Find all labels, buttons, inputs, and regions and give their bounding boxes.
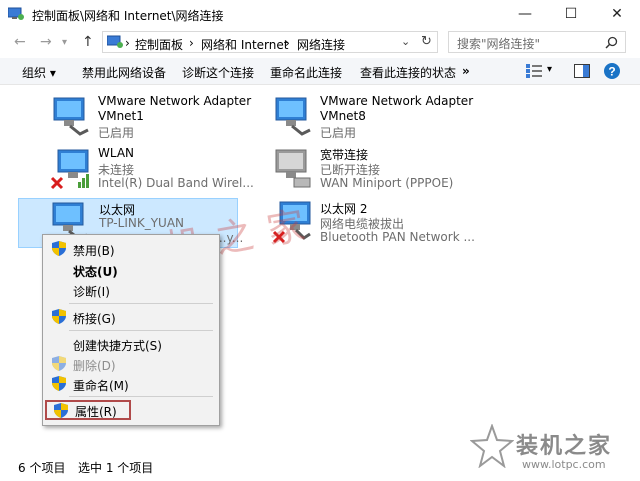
menu-item-label: 诊断(I) xyxy=(73,285,110,299)
menu-separator xyxy=(69,396,213,397)
wireless-adapter-icon xyxy=(50,149,89,190)
menu-separator xyxy=(69,330,213,331)
menu-item-disable[interactable]: 禁用(B) xyxy=(43,239,219,259)
item-name: VMware Network Adapter xyxy=(320,94,474,108)
disable-device-button[interactable]: 禁用此网络设备 xyxy=(82,64,166,81)
preview-pane-icon[interactable] xyxy=(574,64,590,78)
menu-item-properties[interactable]: 属性(R) xyxy=(45,400,131,420)
breadcrumb-separator: › xyxy=(125,36,130,50)
item-status: 已启用 xyxy=(98,126,135,140)
chevron-down-icon: ▾ xyxy=(62,37,68,48)
context-menu: 禁用(B) 状态(U) 诊断(I) 桥接(G) 创建快捷方式(S) 删除(D) … xyxy=(42,234,220,426)
back-button[interactable]: ← xyxy=(14,34,26,50)
menu-item-label: 创建快捷方式(S) xyxy=(73,339,162,353)
refresh-icon: ↻ xyxy=(421,34,432,49)
item-name: WLAN xyxy=(98,146,135,160)
refresh-button[interactable]: ↻ xyxy=(421,34,432,49)
breadcrumb-network-internet[interactable]: 网络和 Internet xyxy=(201,36,288,53)
admin-shield-icon xyxy=(52,356,66,371)
item-name-line2: VMnet8 xyxy=(320,109,366,123)
minimize-button[interactable]: — xyxy=(502,0,548,28)
breadcrumb-network-connections[interactable]: 网络连接 xyxy=(297,36,345,53)
recent-dropdown-button[interactable]: ▾ xyxy=(62,37,67,48)
arrow-up-icon: ↑ xyxy=(82,34,94,50)
rename-button[interactable]: 重命名此连接 xyxy=(270,64,342,81)
brand-url: www.lotpc.com xyxy=(522,458,606,471)
view-dropdown-button[interactable]: ▾ xyxy=(547,64,552,75)
view-options-icon[interactable] xyxy=(526,64,542,78)
menu-item-rename[interactable]: 重命名(M) xyxy=(43,374,219,394)
search-input[interactable]: 搜索"网络连接" xyxy=(457,35,540,52)
menu-item-label: 桥接(G) xyxy=(73,312,116,326)
breadcrumb-separator: › xyxy=(189,36,194,50)
menu-item-label: 删除(D) xyxy=(73,359,116,373)
admin-shield-icon xyxy=(52,309,66,324)
close-icon: ✕ xyxy=(611,6,623,22)
maximize-button[interactable]: ☐ xyxy=(548,0,594,28)
network-adapter-icon xyxy=(275,97,311,136)
organize-button[interactable]: 组织 ▾ xyxy=(22,64,56,81)
item-status: 已启用 xyxy=(320,126,357,140)
brand-name: 装机之家 xyxy=(516,434,613,459)
item-device: Bluetooth PAN Network ... xyxy=(320,230,475,244)
network-item-wlan[interactable]: WLAN 未连接 Intel(R) Dual Band Wirel... xyxy=(48,146,254,192)
menu-item-delete[interactable]: 删除(D) xyxy=(43,354,219,374)
more-commands-button[interactable]: » xyxy=(462,64,470,78)
arrow-left-icon: ← xyxy=(14,34,26,50)
menu-separator xyxy=(69,303,213,304)
site-logo: 装机之家 www.lotpc.com xyxy=(470,424,638,476)
forward-button[interactable]: → xyxy=(40,34,52,50)
title-bar: 控制面板\网络和 Internet\网络连接 — ☐ ✕ xyxy=(0,0,640,28)
address-dropdown-button[interactable]: ⌄ xyxy=(401,35,410,48)
menu-item-status[interactable]: 状态(U) xyxy=(43,260,219,280)
search-icon[interactable] xyxy=(605,36,618,49)
breadcrumb-control-panel[interactable]: 控制面板 xyxy=(135,36,183,53)
network-item-vmnet1[interactable]: VMware Network Adapter VMnet1 已启用 xyxy=(48,94,268,140)
menu-item-label: 状态(U) xyxy=(73,265,118,279)
up-button[interactable]: ↑ xyxy=(82,34,94,50)
broadband-connection-icon xyxy=(275,149,311,188)
menu-item-label: 属性(R) xyxy=(75,405,117,419)
chevron-down-icon: ▾ xyxy=(547,64,553,75)
control-panel-icon xyxy=(8,7,24,20)
help-icon[interactable]: ? xyxy=(604,63,620,79)
breadcrumb-separator: › xyxy=(285,36,290,50)
network-item-broadband[interactable]: 宽带连接 已断开连接 WAN Miniport (PPPOE) xyxy=(270,146,490,192)
selected-count: 选中 1 个项目 xyxy=(78,461,154,475)
star-logo-icon xyxy=(470,424,514,468)
item-name: VMware Network Adapter xyxy=(98,94,252,108)
command-bar: 组织 ▾ 禁用此网络设备 诊断这个连接 重命名此连接 查看此连接的状态 » ▾ … xyxy=(0,58,640,85)
address-bar[interactable]: › 控制面板 › 网络和 Internet › 网络连接 ⌄ ↻ xyxy=(102,31,438,53)
item-device: Intel(R) Dual Band Wirel... xyxy=(98,176,254,190)
menu-item-label: 重命名(M) xyxy=(73,379,129,393)
diagnose-button[interactable]: 诊断这个连接 xyxy=(182,64,254,81)
maximize-icon: ☐ xyxy=(564,6,578,22)
menu-item-label: 禁用(B) xyxy=(73,244,115,258)
view-status-button[interactable]: 查看此连接的状态 xyxy=(360,64,456,81)
chevron-down-icon: ⌄ xyxy=(401,35,411,48)
svg-text:?: ? xyxy=(608,65,615,79)
admin-shield-icon xyxy=(54,403,68,418)
item-device: WAN Miniport (PPPOE) xyxy=(320,176,454,190)
item-count: 6 个项目 xyxy=(18,461,66,475)
menu-item-create-shortcut[interactable]: 创建快捷方式(S) xyxy=(43,334,219,354)
window-title: 控制面板\网络和 Internet\网络连接 xyxy=(32,9,224,23)
admin-shield-icon xyxy=(52,241,66,256)
item-name-line2: VMnet1 xyxy=(98,109,144,123)
menu-item-diagnose[interactable]: 诊断(I) xyxy=(43,280,219,300)
minimize-icon: — xyxy=(518,6,532,22)
search-box[interactable]: 搜索"网络连接" xyxy=(448,31,626,53)
network-item-vmnet8[interactable]: VMware Network Adapter VMnet8 已启用 xyxy=(270,94,490,140)
control-panel-icon xyxy=(107,35,123,48)
close-button[interactable]: ✕ xyxy=(594,0,640,28)
menu-item-bridge[interactable]: 桥接(G) xyxy=(43,307,219,327)
arrow-right-icon: → xyxy=(40,34,52,50)
admin-shield-icon xyxy=(52,376,66,391)
network-adapter-icon xyxy=(53,97,89,136)
